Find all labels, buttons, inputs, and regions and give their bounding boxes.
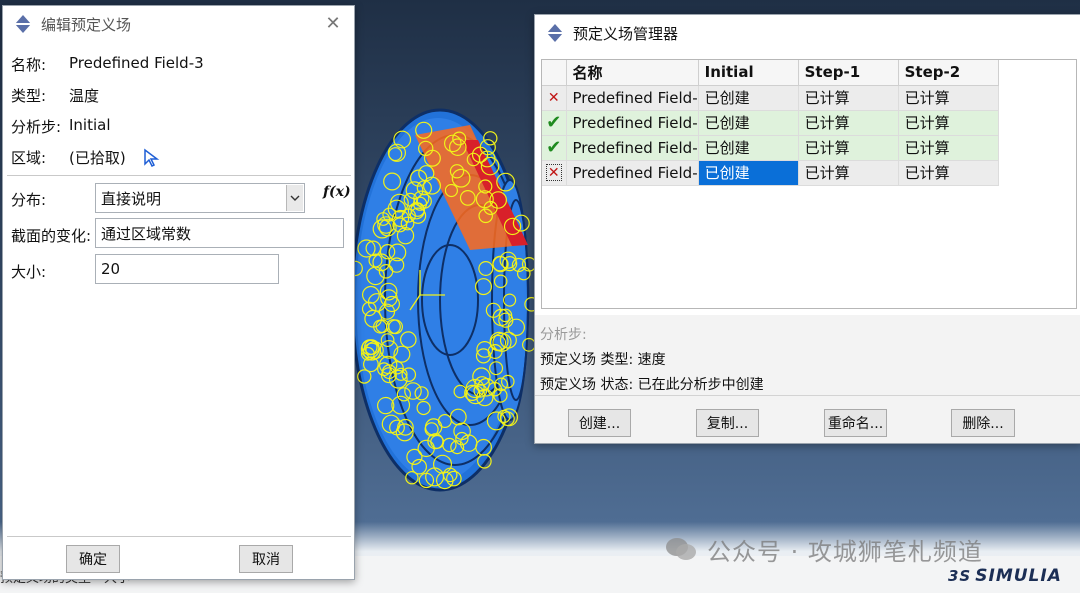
rename-button[interactable]: 重命名... — [824, 409, 887, 437]
predefined-field-manager-dialog: 预定义场管理器 名称 Initial Step-1 Step-2 ✕ Prede… — [534, 14, 1080, 444]
field-table: 名称 Initial Step-1 Step-2 ✕ Predefined Fi… — [541, 59, 1077, 309]
watermark-text: 公众号 · 攻城狮笔札频道 — [707, 537, 983, 566]
type-label: 类型: — [11, 87, 47, 105]
region-value: (已拾取) — [69, 149, 126, 167]
type-row: 类型: 温度 — [11, 85, 99, 106]
cursor-arrow-icon[interactable] — [142, 148, 160, 168]
info-status: 预定义场 状态: 已在此分析步中创建 — [540, 377, 764, 393]
column-header-step1[interactable]: Step-1 — [798, 60, 899, 86]
focused-mark: ✕ — [545, 164, 562, 181]
step1-cell[interactable]: 已计算 — [798, 160, 899, 186]
table-row[interactable]: ✕ Predefined Field- 已创建 已计算 已计算 — [542, 160, 999, 186]
step2-cell[interactable]: 已计算 — [898, 135, 999, 161]
check-mark-icon: ✔ — [542, 135, 567, 161]
wechat-icon — [666, 538, 696, 560]
section-variation-label: 截面的变化: — [11, 227, 92, 245]
field-name-cell[interactable]: Predefined Field- — [566, 160, 699, 186]
error-mark-icon: ✕ — [542, 85, 567, 111]
button-bar: 创建... 复制... 重命名... 删除... — [535, 395, 1080, 443]
check-mark-icon: ✔ — [542, 110, 567, 136]
dialog-titlebar[interactable]: 编辑预定义场 — [3, 6, 354, 42]
type-value: 温度 — [69, 87, 100, 105]
step-label: 分析步: — [11, 118, 62, 136]
magnitude-value: 20 — [101, 260, 121, 278]
name-label: 名称: — [11, 56, 47, 74]
column-header-initial[interactable]: Initial — [698, 60, 799, 86]
delete-button[interactable]: 删除... — [951, 409, 1015, 437]
column-header-step2[interactable]: Step-2 — [898, 60, 999, 86]
section-variation-field[interactable]: 通过区域常数 — [95, 218, 344, 248]
ds-logo-icon: 3S — [948, 567, 972, 585]
region-label: 区域: — [11, 149, 47, 167]
abaqus-diamond-icon — [547, 24, 563, 42]
magnitude-field[interactable]: 20 — [95, 254, 279, 284]
field-name-cell[interactable]: Predefined Field- — [566, 110, 699, 136]
info-type: 预定义场 类型: 速度 — [540, 352, 666, 368]
distribution-label: 分布: — [11, 191, 47, 209]
initial-cell[interactable]: 已创建 — [698, 85, 799, 111]
dialog-titlebar[interactable]: 预定义场管理器 — [535, 15, 1080, 51]
field-name-cell[interactable]: Predefined Field- — [566, 85, 699, 111]
distribution-select[interactable]: 直接说明 — [95, 183, 305, 213]
chevron-down-icon[interactable] — [286, 185, 303, 211]
copy-button[interactable]: 复制... — [696, 409, 759, 437]
separator — [7, 536, 351, 537]
section-variation-value: 通过区域常数 — [101, 224, 192, 243]
table-row[interactable]: ✕ Predefined Field- 已创建 已计算 已计算 — [542, 85, 999, 111]
separator — [7, 175, 351, 176]
initial-cell-selected[interactable]: 已创建 — [698, 160, 799, 186]
initial-cell[interactable]: 已创建 — [698, 110, 799, 136]
create-button[interactable]: 创建... — [568, 409, 631, 437]
distribution-value: 直接说明 — [101, 189, 162, 208]
error-mark-icon: ✕ — [542, 160, 567, 186]
step2-cell[interactable]: 已计算 — [898, 110, 999, 136]
table-row[interactable]: ✔ Predefined Field- 已创建 已计算 已计算 — [542, 135, 999, 161]
info-step-label: 分析步: — [540, 327, 587, 343]
info-panel: 分析步: 预定义场 类型: 速度 预定义场 状态: 已在此分析步中创建 — [535, 315, 1080, 395]
step2-cell[interactable]: 已计算 — [898, 85, 999, 111]
abaqus-diamond-icon — [15, 15, 31, 33]
name-value: Predefined Field-3 — [69, 54, 204, 72]
dialog-title: 编辑预定义场 — [41, 15, 132, 34]
column-header-mark — [542, 60, 567, 86]
edit-predefined-field-dialog: 编辑预定义场 ✕ 名称: Predefined Field-3 类型: 温度 分… — [2, 5, 355, 580]
name-row: 名称: Predefined Field-3 — [11, 54, 204, 75]
magnitude-label: 大小: — [11, 263, 47, 281]
field-name-cell[interactable]: Predefined Field- — [566, 135, 699, 161]
close-icon[interactable]: ✕ — [322, 13, 344, 35]
brand-text: SIMULIA — [975, 566, 1062, 586]
table-header: 名称 Initial Step-1 Step-2 — [542, 60, 999, 86]
brand-logo: 3S SIMULIA — [948, 566, 1062, 586]
step-value: Initial — [69, 116, 111, 134]
watermark: 公众号 · 攻城狮笔札频道 — [665, 532, 983, 566]
step1-cell[interactable]: 已计算 — [798, 135, 899, 161]
function-button[interactable]: f(x) — [323, 184, 351, 200]
step2-cell[interactable]: 已计算 — [898, 160, 999, 186]
column-header-name[interactable]: 名称 — [566, 60, 699, 86]
cancel-button[interactable]: 取消 — [239, 545, 293, 573]
ok-button[interactable]: 确定 — [66, 545, 120, 573]
step1-cell[interactable]: 已计算 — [798, 85, 899, 111]
step1-cell[interactable]: 已计算 — [798, 110, 899, 136]
step-row: 分析步: Initial — [11, 116, 111, 137]
table-row[interactable]: ✔ Predefined Field- 已创建 已计算 已计算 — [542, 110, 999, 136]
region-row: 区域: (已拾取) — [11, 147, 160, 168]
initial-cell[interactable]: 已创建 — [698, 135, 799, 161]
dialog-title: 预定义场管理器 — [573, 24, 679, 43]
